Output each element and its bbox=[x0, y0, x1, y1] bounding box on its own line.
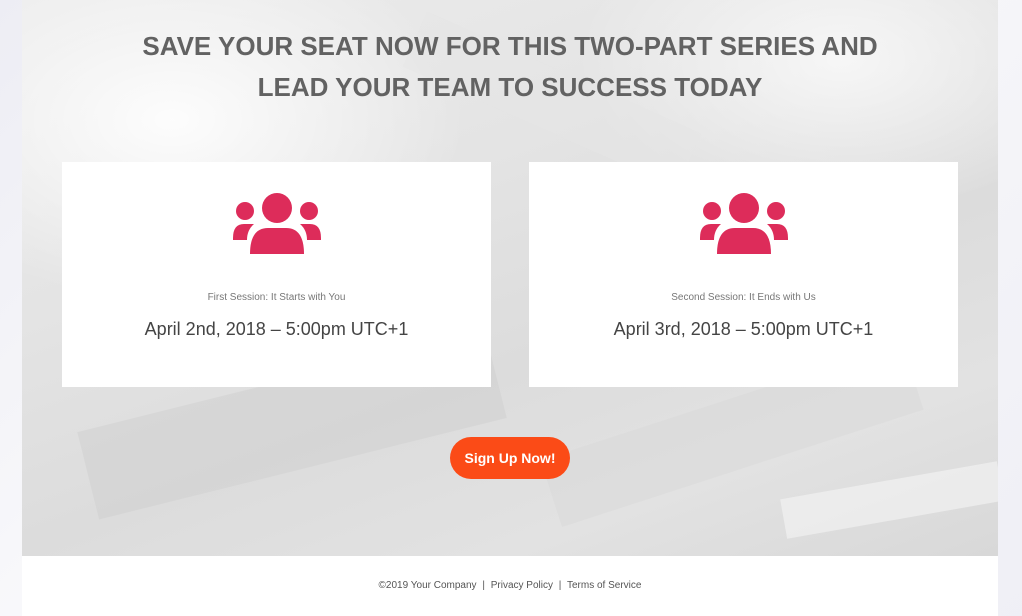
privacy-policy-link[interactable]: Privacy Policy bbox=[491, 580, 553, 591]
session-date: April 3rd, 2018 – 5:00pm UTC+1 bbox=[613, 319, 874, 339]
session-date: April 2nd, 2018 – 5:00pm UTC+1 bbox=[144, 319, 409, 339]
group-icon bbox=[700, 193, 788, 254]
session-card-first: First Session: It Starts with You April … bbox=[62, 162, 491, 387]
session-subtitle: Second Session: It Ends with Us bbox=[671, 292, 816, 303]
session-card-second: Second Session: It Ends with Us April 3r… bbox=[529, 162, 958, 387]
session-subtitle: First Session: It Starts with You bbox=[207, 292, 346, 303]
hero-background-shape bbox=[780, 461, 998, 539]
hero-section: SAVE YOUR SEAT NOW FOR THIS TWO-PART SER… bbox=[22, 0, 998, 556]
copyright-text: ©2019 Your Company bbox=[378, 580, 477, 591]
footer-separator: | bbox=[482, 580, 485, 591]
footer-separator: | bbox=[558, 580, 562, 591]
footer-links: ©2019 Your Company | Privacy Policy | Te… bbox=[22, 580, 998, 591]
headline: SAVE YOUR SEAT NOW FOR THIS TWO-PART SER… bbox=[142, 31, 878, 102]
footer: ©2019 Your Company | Privacy Policy | Te… bbox=[22, 556, 998, 616]
landing-page: SAVE YOUR SEAT NOW FOR THIS TWO-PART SER… bbox=[22, 0, 998, 616]
group-icon bbox=[233, 193, 321, 254]
terms-of-service-link[interactable]: Terms of Service bbox=[567, 580, 641, 591]
sign-up-button[interactable]: Sign Up Now! bbox=[450, 437, 570, 479]
